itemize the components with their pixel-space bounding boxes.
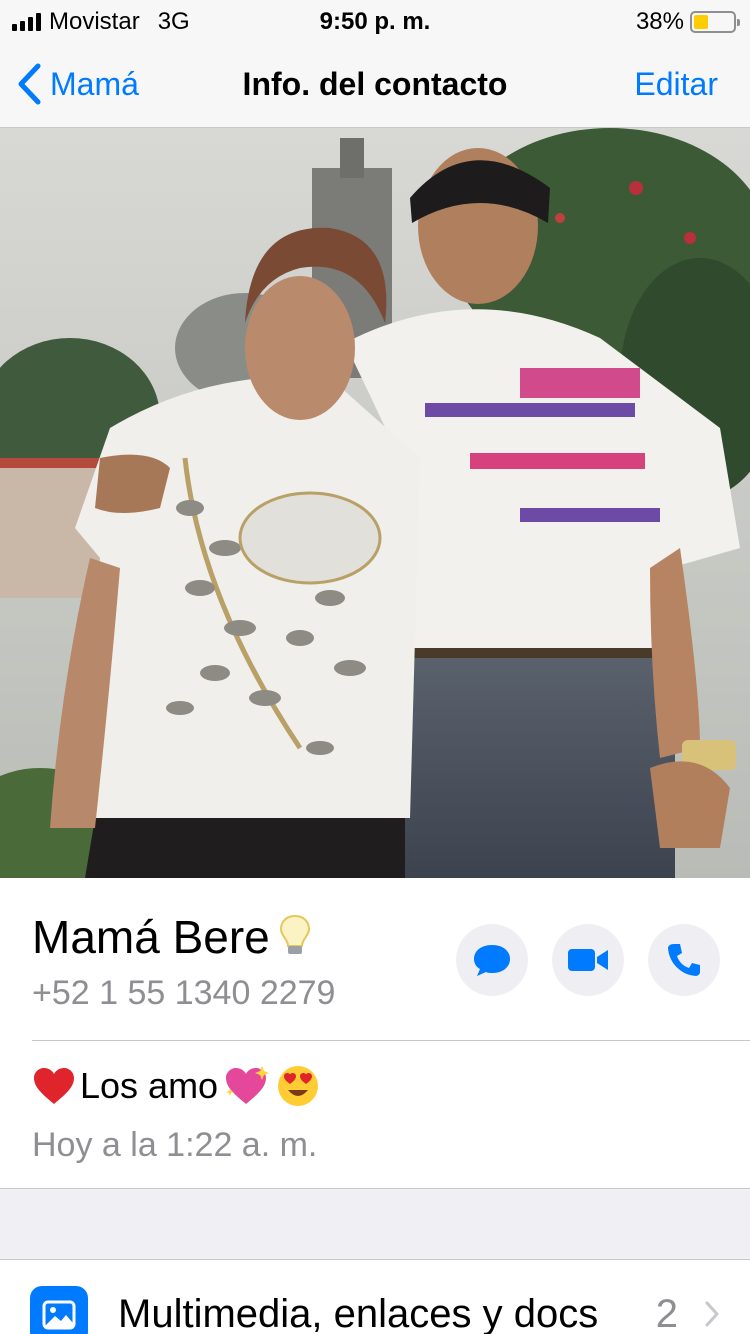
red-heart-icon <box>34 1068 74 1104</box>
status-bar: Movistar 3G 9:50 p. m. 38% <box>0 0 750 40</box>
about-text: Los amo <box>80 1065 219 1106</box>
battery-icon <box>690 11 740 33</box>
media-count: 2 <box>655 1292 678 1334</box>
navigation-bar: Mamá Info. del contacto Editar <box>0 40 750 128</box>
phone-icon <box>668 944 700 976</box>
media-label: Multimedia, enlaces y docs <box>118 1292 599 1334</box>
battery-percent: 38% <box>635 8 684 35</box>
chevron-right-icon <box>705 1301 719 1327</box>
contact-name-row: Mamá Bere <box>32 910 312 964</box>
media-links-docs-row[interactable]: Multimedia, enlaces y docs 2 <box>0 1260 750 1334</box>
contact-photo[interactable] <box>0 128 750 878</box>
section-spacer <box>0 1188 750 1260</box>
about-timestamp: Hoy a la 1:22 a. m. <box>32 1126 318 1164</box>
back-button[interactable]: Mamá <box>16 62 139 106</box>
divider <box>32 1040 750 1041</box>
sparkling-heart-icon <box>226 1066 270 1104</box>
video-call-icon <box>568 949 608 971</box>
back-label: Mamá <box>50 65 139 102</box>
battery-fill <box>694 15 709 29</box>
message-button[interactable] <box>456 924 528 996</box>
light-bulb-icon <box>278 913 312 962</box>
contact-actions <box>456 924 720 996</box>
phone-call-button[interactable] <box>648 924 720 996</box>
photo-icon <box>30 1286 88 1334</box>
chevron-left-icon <box>18 63 41 105</box>
video-call-button[interactable] <box>552 924 624 996</box>
contact-card: Mamá Bere +52 1 55 1340 2279 Los amo Hoy… <box>0 878 750 1188</box>
heart-eyes-face-icon <box>278 1066 319 1106</box>
contact-name: Mamá Bere <box>32 911 270 963</box>
contact-phone[interactable]: +52 1 55 1340 2279 <box>32 974 335 1013</box>
message-icon <box>474 945 510 976</box>
about-status[interactable]: Los amo <box>32 1064 320 1108</box>
edit-button[interactable]: Editar <box>634 66 718 103</box>
status-right: 38% <box>635 8 740 36</box>
